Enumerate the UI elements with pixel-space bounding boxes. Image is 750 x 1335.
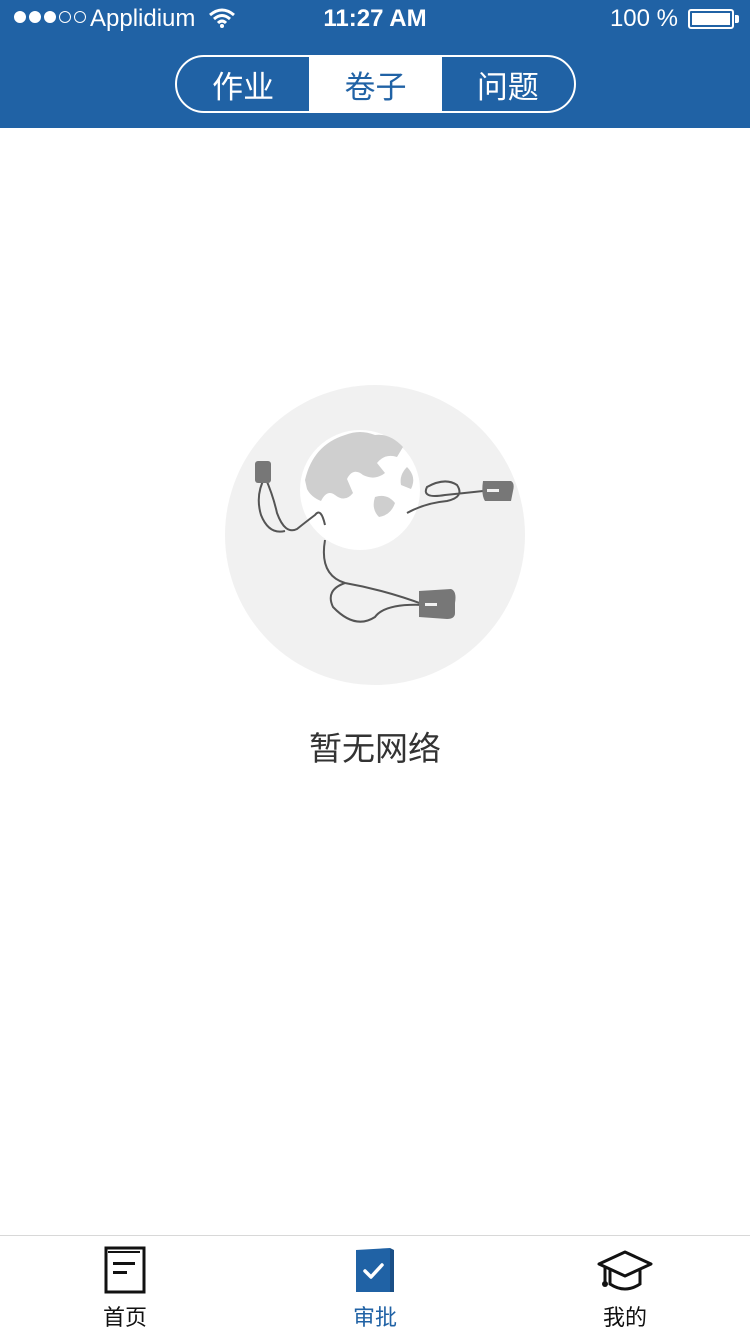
segment-homework[interactable]: 作业 xyxy=(177,57,309,111)
tab-home[interactable]: 首页 xyxy=(0,1236,250,1335)
status-bar: Applidium 11:27 AM 100 % xyxy=(0,0,750,38)
battery-icon xyxy=(688,9,734,29)
book-icon xyxy=(104,1246,146,1294)
segment-questions[interactable]: 问题 xyxy=(442,57,574,111)
empty-state-message: 暂无网络 xyxy=(309,730,441,767)
checked-book-icon xyxy=(356,1248,394,1292)
tab-approval[interactable]: 审批 xyxy=(250,1236,500,1335)
tab-home-label: 首页 xyxy=(102,1305,147,1330)
segment-papers[interactable]: 卷子 xyxy=(309,57,442,111)
tab-mine-label: 我的 xyxy=(602,1305,647,1330)
graduation-cap-icon xyxy=(597,1250,653,1291)
tab-approval-label: 审批 xyxy=(352,1305,397,1330)
bottom-tab-bar: 首页 审批 我的 xyxy=(0,1235,750,1334)
battery-tip xyxy=(735,15,739,23)
header-bar: Applidium 11:27 AM 100 % 作业 卷子 问题 xyxy=(0,0,750,128)
battery-percentage: 100 % xyxy=(609,5,678,32)
tab-mine[interactable]: 我的 xyxy=(500,1236,750,1335)
segmented-control: 作业 卷子 问题 xyxy=(175,55,576,113)
no-network-globe-icon xyxy=(225,385,525,685)
